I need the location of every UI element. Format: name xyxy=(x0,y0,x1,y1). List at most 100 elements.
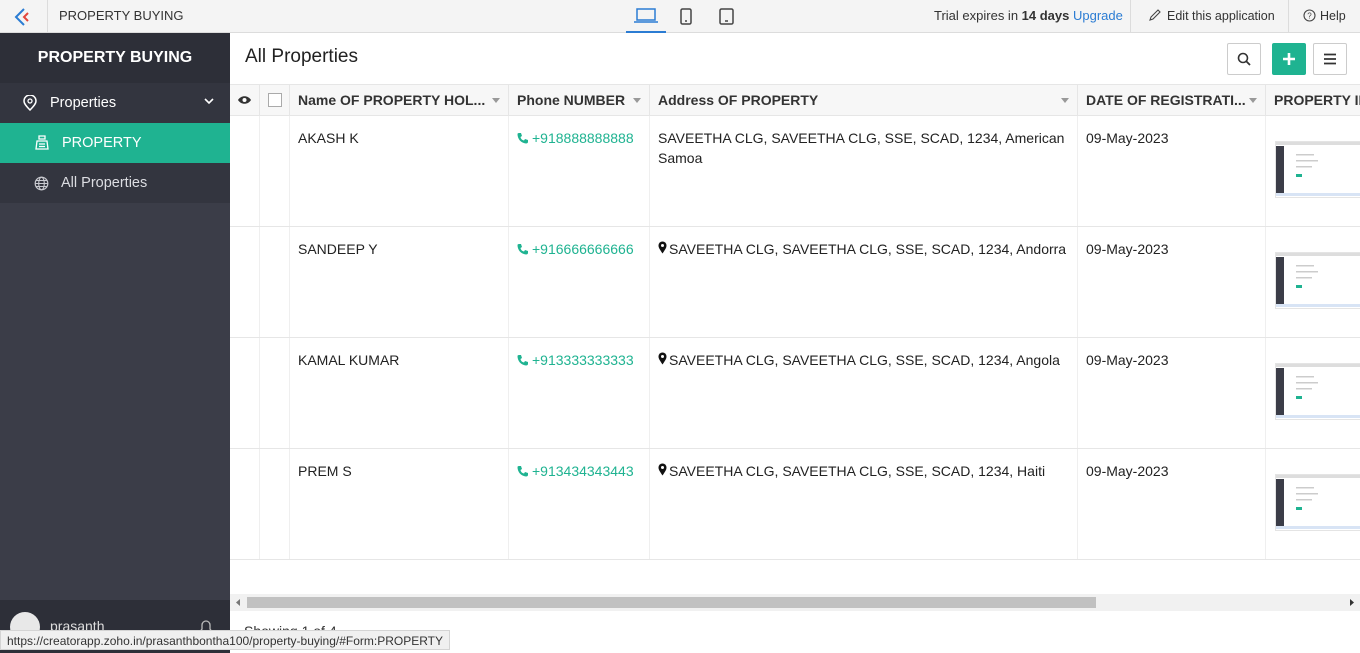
cell-date: 09-May-2023 xyxy=(1078,227,1266,337)
column-header-property-image[interactable]: PROPERTY IN xyxy=(1266,85,1360,116)
cell-phone: +913434343443 xyxy=(509,449,650,559)
row-spacer xyxy=(230,338,260,448)
phone-number: +913333333333 xyxy=(532,352,634,368)
sidebar-item-all-properties[interactable]: All Properties xyxy=(0,163,230,203)
phone-link[interactable]: +918888888888 xyxy=(517,128,641,148)
sidebar-section-label: Properties xyxy=(50,95,117,111)
row-select-cell xyxy=(260,227,290,337)
column-header-address[interactable]: Address OF PROPERTY xyxy=(650,85,1078,116)
table-row[interactable]: AKASH K +918888888888 SAVEETHA CLG, SAVE… xyxy=(230,116,1360,227)
mobile-view-icon[interactable] xyxy=(666,6,706,33)
phone-icon xyxy=(517,133,528,144)
phone-icon xyxy=(517,244,528,255)
column-header-label: Name OF PROPERTY HOL... xyxy=(298,92,486,108)
desktop-view-icon[interactable] xyxy=(626,6,666,33)
pencil-icon xyxy=(1149,9,1161,21)
trial-days: 14 days xyxy=(1021,8,1070,23)
table-row[interactable]: KAMAL KUMAR +913333333333 SAVEETHA CLG, … xyxy=(230,338,1360,449)
cell-name: SANDEEP Y xyxy=(290,227,509,337)
row-spacer xyxy=(230,227,260,337)
column-header-date[interactable]: DATE OF REGISTRATI... xyxy=(1078,85,1266,116)
column-header-phone[interactable]: Phone NUMBER xyxy=(509,85,650,116)
cell-phone: +913333333333 xyxy=(509,338,650,448)
cell-name: KAMAL KUMAR xyxy=(290,338,509,448)
tablet-view-icon[interactable] xyxy=(706,6,746,33)
address-text: SAVEETHA CLG, SAVEETHA CLG, SSE, SCAD, 1… xyxy=(669,352,1060,368)
row-spacer xyxy=(230,116,260,226)
sidebar-item-property[interactable]: PROPERTY xyxy=(0,123,230,163)
more-options-button[interactable] xyxy=(1313,43,1347,75)
cell-phone: +916666666666 xyxy=(509,227,650,337)
scroll-left-icon[interactable] xyxy=(234,594,242,611)
map-pin-icon xyxy=(658,463,667,476)
help-button[interactable]: ? Help xyxy=(1288,0,1360,33)
search-icon xyxy=(1237,52,1251,66)
caret-down-icon[interactable] xyxy=(492,98,500,103)
plus-icon xyxy=(1283,53,1295,65)
column-header-label: PROPERTY IN xyxy=(1274,92,1360,108)
status-bar-url: https://creatorapp.zoho.in/prasanthbonth… xyxy=(0,630,451,650)
cell-date: 09-May-2023 xyxy=(1078,338,1266,448)
property-image-thumbnail[interactable] xyxy=(1275,252,1360,309)
cell-property-image xyxy=(1266,449,1360,559)
cell-property-image xyxy=(1266,338,1360,448)
caret-down-icon[interactable] xyxy=(633,98,641,103)
column-visibility-toggle[interactable] xyxy=(230,85,260,116)
add-record-button[interactable] xyxy=(1272,43,1306,75)
phone-icon xyxy=(517,355,528,366)
property-image-thumbnail[interactable] xyxy=(1275,363,1360,420)
scroll-right-icon[interactable] xyxy=(1348,594,1356,611)
cell-address: SAVEETHA CLG, SAVEETHA CLG, SSE, SCAD, 1… xyxy=(650,116,1078,226)
select-all-checkbox[interactable] xyxy=(267,93,282,107)
eye-icon xyxy=(238,96,251,104)
phone-link[interactable]: +913434343443 xyxy=(517,461,641,481)
cell-address: SAVEETHA CLG, SAVEETHA CLG, SSE, SCAD, 1… xyxy=(650,338,1078,448)
caret-down-icon[interactable] xyxy=(1249,98,1257,103)
location-icon xyxy=(23,95,37,111)
cell-address: SAVEETHA CLG, SAVEETHA CLG, SSE, SCAD, 1… xyxy=(650,449,1078,559)
table-row[interactable]: SANDEEP Y +916666666666 SAVEETHA CLG, SA… xyxy=(230,227,1360,338)
cell-property-image xyxy=(1266,227,1360,337)
phone-link[interactable]: +916666666666 xyxy=(517,239,641,259)
phone-number: +916666666666 xyxy=(532,241,634,257)
sidebar: PROPERTY BUYING Properties PROPERTY All … xyxy=(0,33,230,653)
search-button[interactable] xyxy=(1227,43,1261,75)
table-row[interactable]: PREM S +913434343443 SAVEETHA CLG, SAVEE… xyxy=(230,449,1360,560)
column-header-name[interactable]: Name OF PROPERTY HOL... xyxy=(290,85,509,116)
row-spacer xyxy=(230,449,260,559)
cell-phone: +918888888888 xyxy=(509,116,650,226)
chevron-down-icon xyxy=(204,98,214,105)
phone-link[interactable]: +913333333333 xyxy=(517,350,641,370)
property-image-thumbnail[interactable] xyxy=(1275,474,1360,531)
globe-icon xyxy=(34,176,49,190)
cell-name: PREM S xyxy=(290,449,509,559)
table-header: Name OF PROPERTY HOL... Phone NUMBER Add… xyxy=(230,84,1360,116)
top-bar: PROPERTY BUYING Trial expires in 14 days… xyxy=(0,0,1360,33)
horizontal-scrollbar[interactable] xyxy=(230,594,1360,611)
column-header-label: Address OF PROPERTY xyxy=(658,92,819,108)
cell-date: 09-May-2023 xyxy=(1078,116,1266,226)
trial-notice: Trial expires in 14 days Upgrade xyxy=(934,8,1123,23)
sidebar-item-label: All Properties xyxy=(61,175,148,191)
help-label: Help xyxy=(1320,9,1346,23)
form-icon xyxy=(35,135,49,150)
phone-icon xyxy=(517,466,528,477)
row-select-cell xyxy=(260,338,290,448)
sidebar-section-properties[interactable]: Properties xyxy=(0,83,230,123)
sidebar-title: PROPERTY BUYING xyxy=(0,33,230,83)
scrollbar-thumb[interactable] xyxy=(247,597,1096,608)
main-content: All Properties Name OF PROPERTY HOL... P… xyxy=(230,33,1360,653)
trial-prefix: Trial expires in xyxy=(934,8,1022,23)
caret-down-icon[interactable] xyxy=(1061,98,1069,103)
address-text: SAVEETHA CLG, SAVEETHA CLG, SSE, SCAD, 1… xyxy=(669,463,1046,479)
cell-property-image xyxy=(1266,116,1360,226)
edit-application-button[interactable]: Edit this application xyxy=(1130,0,1291,33)
phone-number: +913434343443 xyxy=(532,463,634,479)
menu-icon xyxy=(1324,53,1336,65)
upgrade-link[interactable]: Upgrade xyxy=(1073,8,1123,23)
svg-text:?: ? xyxy=(1307,12,1312,21)
app-logo-icon[interactable] xyxy=(0,0,48,33)
column-header-label: Phone NUMBER xyxy=(517,92,626,108)
property-image-thumbnail[interactable] xyxy=(1275,141,1360,198)
page-title: All Properties xyxy=(245,46,358,67)
